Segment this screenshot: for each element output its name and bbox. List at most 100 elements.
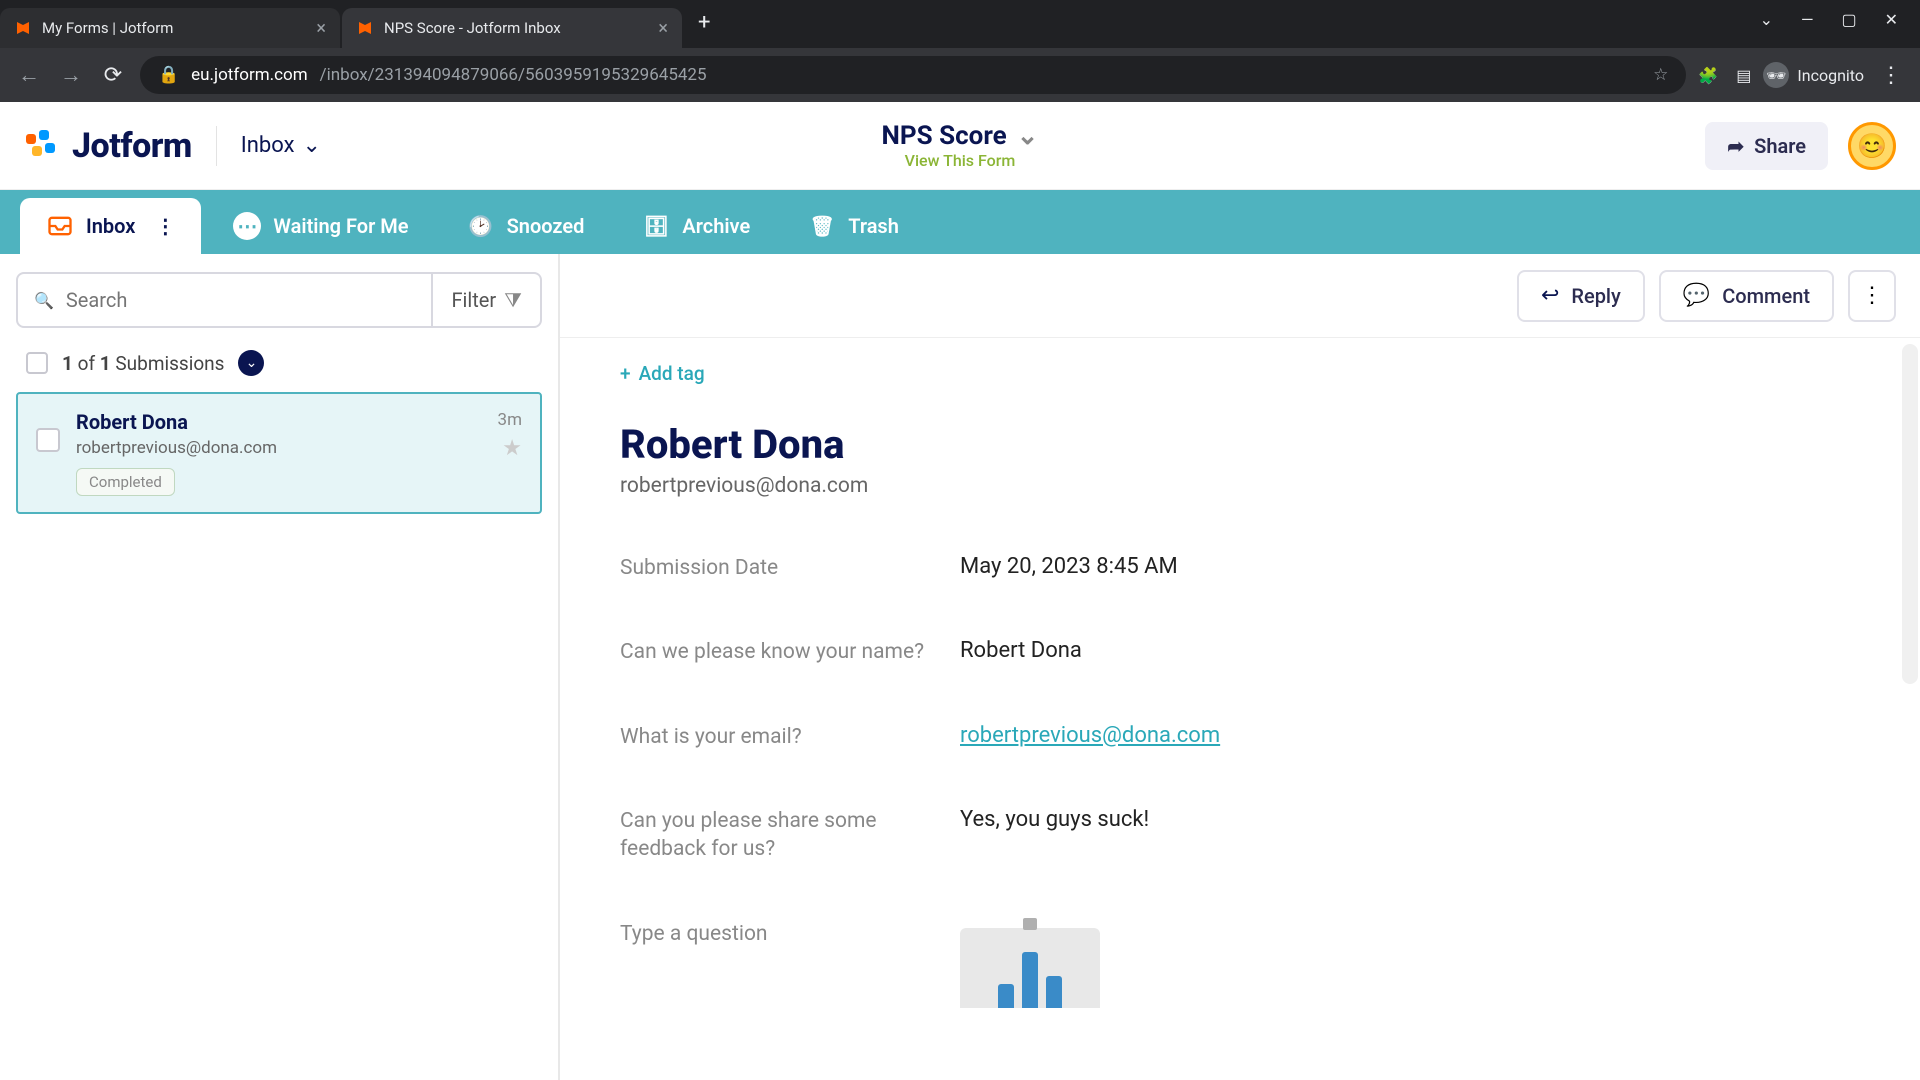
archive-icon: 🗄 [642,212,670,240]
reply-label: Reply [1571,284,1620,308]
incognito-label: Incognito [1797,66,1864,85]
folder-tab-inbox[interactable]: Inbox ⋮ [20,198,201,254]
browser-tab-strip: My Forms | Jotform × NPS Score - Jotform… [0,0,1920,48]
field-label: Type a question [620,920,960,948]
sort-button[interactable]: ⌄ [238,350,264,376]
submission-status-badge: Completed [76,468,175,496]
field-value: Yes, you guys suck! [960,807,1149,832]
detail-name: Robert Dona [620,421,1860,468]
main-layout: 🔍 Filter ⧩ 1 of 1 Submissions ⌄ Robert D… [0,254,1920,1080]
folder-tab-archive[interactable]: 🗄 Archive [616,198,776,254]
star-icon[interactable]: ★ [502,436,522,461]
folder-tabs: Inbox ⋮ ⋯ Waiting For Me 🕑 Snoozed 🗄 Arc… [0,190,1920,254]
address-bar[interactable]: 🔒 eu.jotform.com/inbox/231394094879066/5… [140,56,1686,94]
folder-tab-trash[interactable]: 🗑 Trash [782,198,925,254]
share-label: Share [1754,134,1806,158]
avatar[interactable]: 😊 [1848,122,1896,170]
url-host: eu.jotform.com [191,65,307,85]
chevron-down-icon: ⌄ [303,133,321,158]
add-tag-button[interactable]: + Add tag [620,362,1860,385]
lock-icon: 🔒 [158,65,179,85]
reply-icon: ↩ [1541,283,1559,308]
field-value-email: robertprevious@dona.com [960,723,1220,748]
extensions-icon[interactable]: 🧩 [1698,66,1718,85]
folder-tab-waiting[interactable]: ⋯ Waiting For Me [207,198,434,254]
favicon-icon [356,19,374,37]
comment-label: Comment [1722,284,1810,308]
add-tag-label: Add tag [639,362,705,385]
side-panel-icon[interactable]: ▤ [1736,66,1751,85]
submission-item[interactable]: Robert Dona robertprevious@dona.com Comp… [16,392,542,514]
submission-count: 1 of 1 Submissions [62,352,224,375]
email-link[interactable]: robertprevious@dona.com [960,723,1220,748]
browser-tab[interactable]: My Forms | Jotform × [0,8,340,48]
search-box[interactable]: 🔍 [16,272,433,328]
scrollbar[interactable] [1902,344,1918,684]
submission-email: robertprevious@dona.com [76,438,482,458]
comment-icon: 💬 [1683,283,1710,308]
form-title[interactable]: NPS Score ⌄ [882,121,1039,151]
folder-label: Waiting For Me [273,214,408,238]
field-label: Can we please know your name? [620,638,960,666]
select-all-checkbox[interactable] [26,352,48,374]
folder-tab-snoozed[interactable]: 🕑 Snoozed [441,198,611,254]
new-tab-button[interactable]: + [684,10,724,35]
forward-icon: → [56,62,86,88]
tab-title: NPS Score - Jotform Inbox [384,19,561,37]
filter-button[interactable]: Filter ⧩ [433,272,542,328]
share-button[interactable]: ➦ Share [1705,122,1828,170]
more-actions-button[interactable]: ⋮ [1848,270,1896,322]
chart-marker-icon [1023,918,1037,930]
chevron-down-icon[interactable]: ⌄ [1760,10,1773,29]
field-label: Submission Date [620,554,960,582]
submission-detail: ↩ Reply 💬 Comment ⋮ + Add tag Robert Don… [560,254,1920,1080]
field-value: May 20, 2023 8:45 AM [960,554,1178,579]
folder-label: Inbox [86,214,135,238]
folder-label: Snoozed [507,214,585,238]
url-path: /inbox/231394094879066/56039591953296454… [320,65,707,85]
incognito-icon: 🕶 [1763,62,1789,88]
folder-label: Archive [682,214,750,238]
field-label: What is your email? [620,723,960,751]
folder-options-icon[interactable]: ⋮ [155,214,175,238]
browser-tab-active[interactable]: NPS Score - Jotform Inbox × [342,8,682,48]
reply-button[interactable]: ↩ Reply [1517,270,1645,322]
maximize-icon[interactable]: ▢ [1841,10,1856,29]
favicon-icon [14,19,32,37]
browser-menu-icon[interactable]: ⋮ [1876,63,1906,88]
nps-chart [960,928,1100,1008]
plus-icon: + [620,362,631,385]
view-selector-label: Inbox [241,133,295,158]
trash-icon: 🗑 [808,212,836,240]
close-tab-icon[interactable]: × [316,18,326,39]
chart-bar [998,984,1014,1008]
share-icon: ➦ [1727,134,1744,158]
logo-icon [24,128,60,164]
filter-label: Filter [451,288,496,312]
filter-icon: ⧩ [504,288,522,312]
detail-toolbar: ↩ Reply 💬 Comment ⋮ [560,254,1920,338]
reload-icon[interactable]: ⟳ [98,63,128,88]
view-selector[interactable]: Inbox ⌄ [241,133,321,158]
view-form-link[interactable]: View This Form [905,151,1016,170]
close-tab-icon[interactable]: × [658,18,668,39]
bookmark-star-icon[interactable]: ☆ [1653,65,1668,85]
field-value: Robert Dona [960,638,1082,663]
app-header: Jotform Inbox ⌄ NPS Score ⌄ View This Fo… [0,102,1920,190]
incognito-indicator[interactable]: 🕶 Incognito [1763,62,1864,88]
submission-checkbox[interactable] [36,428,60,452]
tab-title: My Forms | Jotform [42,19,173,37]
minimize-icon[interactable]: — [1801,10,1814,29]
divider [216,126,217,166]
search-input[interactable] [66,288,416,312]
folder-label: Trash [848,214,899,238]
close-window-icon[interactable]: ✕ [1885,10,1898,29]
submission-list-sidebar: 🔍 Filter ⧩ 1 of 1 Submissions ⌄ Robert D… [0,254,560,1080]
back-icon[interactable]: ← [14,62,44,88]
browser-toolbar: ← → ⟳ 🔒 eu.jotform.com/inbox/23139409487… [0,48,1920,102]
comment-button[interactable]: 💬 Comment [1659,270,1834,322]
search-icon: 🔍 [34,291,54,310]
submission-time: 3m [498,410,522,430]
chevron-down-icon: ⌄ [1017,121,1039,151]
logo[interactable]: Jotform [24,126,192,166]
